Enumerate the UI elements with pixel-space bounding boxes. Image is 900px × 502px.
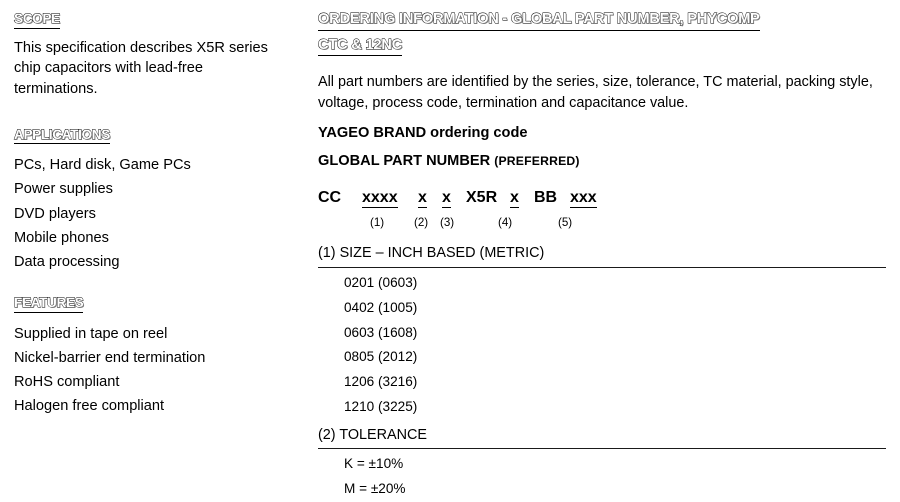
- code-segment-tc-material: x: [442, 189, 451, 209]
- list-item: RoHS compliant: [14, 374, 120, 391]
- part-number-code-block: CC xxxx x x X5R x BB xxx (1) (2) (3) (4)…: [318, 190, 888, 234]
- annotation-1: (1): [370, 216, 385, 230]
- annotation-5: (5): [558, 216, 573, 230]
- applications-heading-wrap: APPLICATIONS: [14, 126, 282, 145]
- list-item: Power supplies: [14, 181, 113, 198]
- list-item: Data processing: [14, 254, 120, 271]
- global-part-number-line: GLOBAL PART NUMBER (PREFERRED): [318, 151, 888, 172]
- annotation-4: (4): [498, 216, 513, 230]
- preferred-label: (PREFERRED): [494, 154, 580, 169]
- scope-heading: SCOPE: [14, 11, 61, 29]
- list-item: PCs, Hard disk, Game PCs: [14, 157, 191, 174]
- table-row: 1206 (3216): [344, 374, 418, 390]
- ordering-title-line-1: ORDERING INFORMATION - GLOBAL PART NUMBE…: [318, 11, 760, 31]
- ordering-title-line-2: CTC & 12NC: [318, 36, 403, 56]
- list-item: Supplied in tape on reel: [14, 325, 168, 342]
- table-row: 0402 (1005): [344, 299, 418, 315]
- tolerance-table-heading: (2) TOLERANCE: [318, 426, 428, 443]
- table-row: M = ±20%: [344, 480, 406, 496]
- code-segment-capacitance: xxx: [570, 189, 597, 209]
- code-segment-x5r: X5R: [466, 189, 498, 207]
- global-part-number-label: GLOBAL PART NUMBER: [318, 153, 495, 170]
- tolerance-table: (2) TOLERANCE K = ±10% M = ±20%: [318, 426, 888, 502]
- list-item: Halogen free compliant: [14, 398, 165, 415]
- code-segment-series: CC: [318, 189, 342, 207]
- size-table-heading: (1) SIZE – INCH BASED (METRIC): [318, 245, 545, 262]
- size-table-rows: 0201 (0603) 0402 (1005) 0603 (1608) 0805…: [318, 268, 888, 419]
- scope-text: This specification describes X5R series …: [14, 39, 268, 97]
- yageo-brand-line: YAGEO BRAND ordering code: [318, 125, 528, 142]
- features-heading: FEATURES: [14, 295, 84, 313]
- table-row: 0805 (2012): [344, 349, 418, 365]
- ordering-information-title: ORDERING INFORMATION - GLOBAL PART NUMBE…: [318, 10, 888, 61]
- code-segment-size: xxxx: [362, 189, 398, 209]
- table-row: K = ±10%: [344, 456, 404, 472]
- ordering-intro-text: All part numbers are identified by the s…: [318, 74, 873, 112]
- part-number-code-row: CC xxxx x x X5R x BB xxx: [318, 189, 888, 209]
- list-item: Nickel-barrier end termination: [14, 350, 206, 367]
- datasheet-page: SCOPE This specification describes X5R s…: [0, 0, 900, 501]
- tolerance-table-rows: K = ±10% M = ±20%: [318, 449, 888, 501]
- annotation-3: (3): [440, 216, 455, 230]
- applications-heading: APPLICATIONS: [14, 126, 111, 145]
- right-column: ORDERING INFORMATION - GLOBAL PART NUMBE…: [318, 10, 888, 502]
- size-table: (1) SIZE – INCH BASED (METRIC) 0201 (060…: [318, 244, 888, 419]
- annotation-2: (2): [414, 216, 429, 230]
- part-number-annotation-row: (1) (2) (3) (4) (5): [318, 217, 888, 233]
- table-row: 1210 (3225): [344, 398, 418, 414]
- code-segment-packing: x: [510, 189, 519, 209]
- code-segment-voltage: BB: [534, 189, 558, 207]
- list-item: DVD players: [14, 205, 96, 222]
- table-row: 0201 (0603): [344, 275, 418, 291]
- scope-heading-wrap: SCOPE: [14, 10, 282, 29]
- code-segment-tolerance: x: [418, 189, 427, 209]
- list-item: Mobile phones: [14, 229, 109, 246]
- features-heading-wrap: FEATURES: [14, 294, 282, 313]
- left-column: SCOPE This specification describes X5R s…: [14, 10, 282, 419]
- table-row: 0603 (1608): [344, 324, 418, 340]
